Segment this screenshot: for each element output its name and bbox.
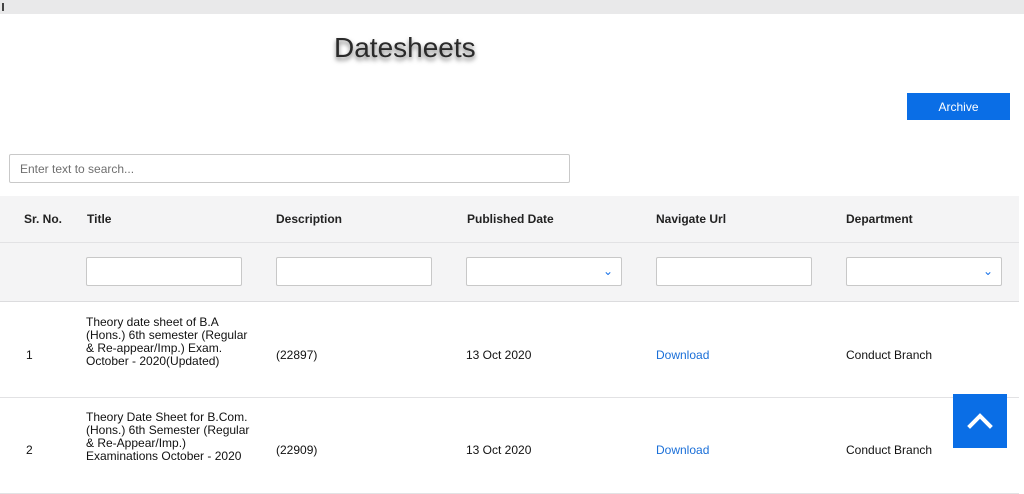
archive-button[interactable]: Archive	[907, 93, 1010, 120]
department-cell: Conduct Branch	[846, 443, 933, 457]
table-row: 2 Theory Date Sheet for B.Com. (Hons.) 6…	[0, 398, 1019, 494]
column-header-department[interactable]: Department	[846, 196, 913, 242]
description-filter-input[interactable]	[276, 257, 432, 286]
column-header-title[interactable]: Title	[87, 196, 111, 242]
published-date-cell: 13 Oct 2020	[466, 348, 532, 362]
department-cell: Conduct Branch	[846, 348, 933, 362]
description-cell: (22909)	[276, 443, 318, 457]
published-date-cell: 13 Oct 2020	[466, 443, 532, 457]
title-cell: Theory date sheet of B.A (Hons.) 6th sem…	[86, 315, 248, 368]
scroll-to-top-button[interactable]	[953, 394, 1007, 448]
page-title: Datesheets	[334, 32, 476, 63]
browser-top-bar	[0, 0, 1024, 14]
sr-no-cell: 2	[26, 443, 33, 457]
download-link[interactable]: Download	[656, 349, 709, 362]
chevron-up-icon	[967, 413, 993, 429]
column-header-description[interactable]: Description	[276, 196, 342, 242]
description-cell: (22897)	[276, 348, 318, 362]
title-cell: Theory Date Sheet for B.Com. (Hons.) 6th…	[86, 410, 250, 463]
sr-no-cell: 1	[26, 348, 33, 362]
datesheet-table: Sr. No. Title Description Published Date…	[0, 196, 1019, 494]
column-header-published-date[interactable]: Published Date	[467, 196, 554, 242]
column-header-navigate-url[interactable]: Navigate Url	[656, 196, 726, 242]
column-header-sr-no[interactable]: Sr. No.	[24, 196, 62, 242]
chevron-down-icon: ⌄	[602, 264, 613, 278]
download-link[interactable]: Download	[656, 444, 709, 457]
title-filter-input[interactable]	[86, 257, 242, 286]
published-date-filter-select[interactable]: ⌄	[466, 257, 622, 286]
cursor-mark	[2, 3, 4, 11]
search-input[interactable]	[9, 154, 570, 183]
table-header: Sr. No. Title Description Published Date…	[0, 196, 1019, 242]
department-filter-select[interactable]: ⌄	[846, 257, 1002, 286]
navigate-url-filter-input[interactable]	[656, 257, 812, 286]
filter-row: ⌄ ⌄	[0, 242, 1019, 302]
chevron-down-icon: ⌄	[982, 264, 993, 278]
table-row: 1 Theory date sheet of B.A (Hons.) 6th s…	[0, 302, 1019, 398]
